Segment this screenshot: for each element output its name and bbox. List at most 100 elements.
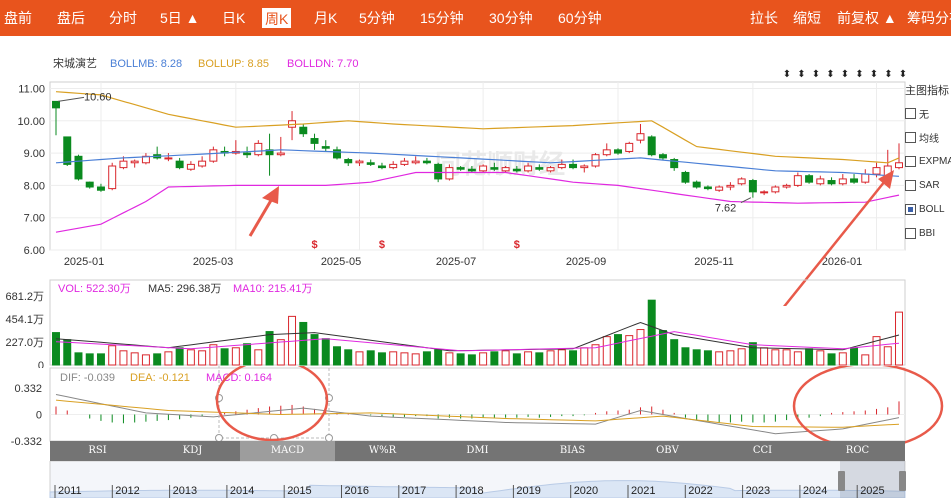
navigator-year-label: 2020 [574, 485, 598, 497]
toolbar-button-5[interactable]: 周K [262, 8, 292, 28]
volume-bar [400, 352, 409, 366]
main-indicator-panel: 主图指标 无均线 EXPMA SAR BOLL BBI [905, 82, 951, 242]
navigator-year-label: 2011 [58, 485, 82, 497]
volume-bar [96, 353, 105, 366]
toolbar-button-0[interactable]: 盘前 [2, 8, 34, 28]
volume-bar [344, 349, 353, 366]
candle-body [782, 184, 791, 188]
tab-roc[interactable]: ROC [810, 441, 905, 461]
toolbar-button-10[interactable]: 60分钟 [556, 8, 604, 28]
volume-bar [782, 349, 791, 366]
toolbar-button-3[interactable]: 5日 ▲ [158, 8, 202, 28]
candle-body [703, 186, 712, 190]
candle-body [389, 163, 398, 169]
vol-legend-vol: VOL: 522.30万 [58, 283, 131, 295]
indicator-label: EXPMA [919, 155, 951, 167]
candle-body [715, 186, 724, 191]
candle-body [63, 136, 72, 165]
tab-kdj[interactable]: KDJ [145, 441, 240, 461]
candle-body [445, 167, 454, 180]
candle-body [838, 178, 847, 185]
tab-dmi[interactable]: DMI [430, 441, 525, 461]
volume-bar [366, 350, 375, 366]
ex-rights-marker: $ [514, 239, 520, 251]
time-navigator[interactable]: 2011 2012 2013 2014 2015 2016 2017 2018 2019 2020… [0, 461, 951, 498]
candle-body [108, 165, 117, 190]
volume-bar [827, 353, 836, 366]
vol-legend-ma5: MA5: 296.38万 [148, 283, 221, 295]
dividend-marker: ⬍ [855, 69, 863, 80]
annotation-ellipse-2 [792, 366, 944, 446]
indicator-checkbox[interactable] [905, 227, 916, 239]
volume-bar [198, 350, 207, 366]
tab-cci[interactable]: CCI [715, 441, 810, 461]
volume-bar [805, 348, 814, 366]
candle-body [872, 167, 881, 175]
toolbar-right-button-2[interactable]: 前复权 ▲ [835, 8, 899, 28]
navigator-right-handle [899, 471, 906, 491]
candle-body [895, 162, 903, 169]
y-tick-label: 9.00 [24, 148, 45, 160]
vol-y-tick: 681.2万 [5, 291, 44, 303]
tab-macd[interactable]: MACD [240, 441, 335, 461]
indicator-checkbox[interactable] [905, 131, 916, 143]
volume-bar [726, 350, 735, 366]
indicator-option-1[interactable]: 均线 [905, 128, 951, 146]
candle-body [490, 167, 499, 170]
candle-body [85, 181, 94, 188]
tab-obv[interactable]: OBV [620, 441, 715, 461]
candle-body [692, 181, 701, 188]
toolbar-right-button-1[interactable]: 缩短 [791, 8, 823, 28]
indicator-checkbox[interactable] [905, 179, 916, 191]
toolbar-button-7[interactable]: 5分钟 [357, 8, 397, 28]
volume-bar [243, 343, 252, 366]
candle-body [434, 163, 443, 180]
volume-bar [63, 339, 72, 366]
indicator-option-2[interactable]: EXPMA [905, 152, 951, 170]
candle-body [614, 149, 622, 154]
candle-body [198, 160, 207, 167]
volume-bar [220, 348, 229, 366]
legend-bollmb: BOLLMB: 8.28 [110, 58, 182, 70]
toolbar-button-9[interactable]: 30分钟 [487, 8, 535, 28]
indicator-checkbox[interactable] [905, 203, 916, 215]
volume-bar [445, 352, 454, 366]
tab-bias[interactable]: BIAS [525, 441, 620, 461]
tab-wr[interactable]: W%R [335, 441, 430, 461]
volume-bar [164, 351, 173, 366]
volume-bar [535, 352, 544, 366]
navigator-left-handle [838, 471, 845, 491]
volume-bar [850, 347, 859, 366]
indicator-option-0[interactable]: 无 [905, 104, 951, 122]
toolbar-button-8[interactable]: 15分钟 [418, 8, 466, 28]
toolbar-right-button-3[interactable]: 筹码分布 [905, 8, 951, 28]
volume-bar [85, 353, 94, 366]
indicator-option-3[interactable]: SAR [905, 176, 951, 194]
candle-body [524, 165, 533, 172]
vol-y-tick: 227.0万 [5, 337, 44, 349]
navigator-year-label: 2025 [860, 485, 884, 497]
indicator-label: SAR [919, 179, 940, 191]
toolbar-button-4[interactable]: 日K [220, 8, 247, 28]
toolbar-button-1[interactable]: 盘后 [55, 8, 87, 28]
indicator-panel-title: 主图指标 [905, 85, 949, 97]
toolbar-right-button-0[interactable]: 拉长 [748, 8, 780, 28]
toolbar-button-6[interactable]: 月K [312, 8, 339, 28]
indicator-checkbox[interactable] [905, 107, 916, 119]
candle-body [625, 142, 634, 152]
dividend-marker: ⬍ [812, 69, 820, 80]
indicator-checkbox[interactable] [905, 155, 916, 167]
indicator-option-4[interactable]: BOLL [905, 200, 951, 218]
x-tick-label: 2025-09 [566, 256, 606, 268]
dividend-marker: ⬍ [841, 69, 849, 80]
candle-body [512, 168, 521, 172]
tab-rsi[interactable]: RSI [50, 441, 145, 461]
main-candlestick-chart: 宋城演艺 BOLLMB: 8.28 BOLLUP: 8.85 BOLLDN: 7.70… [17, 56, 907, 306]
x-tick-label: 2025-05 [321, 256, 361, 268]
volume-bar [186, 349, 195, 366]
indicator-label: BBI [919, 227, 936, 239]
volume-bar [647, 299, 656, 366]
toolbar-button-2[interactable]: 分时 [107, 8, 139, 28]
volume-bar [254, 349, 263, 366]
indicator-option-5[interactable]: BBI [905, 224, 951, 242]
